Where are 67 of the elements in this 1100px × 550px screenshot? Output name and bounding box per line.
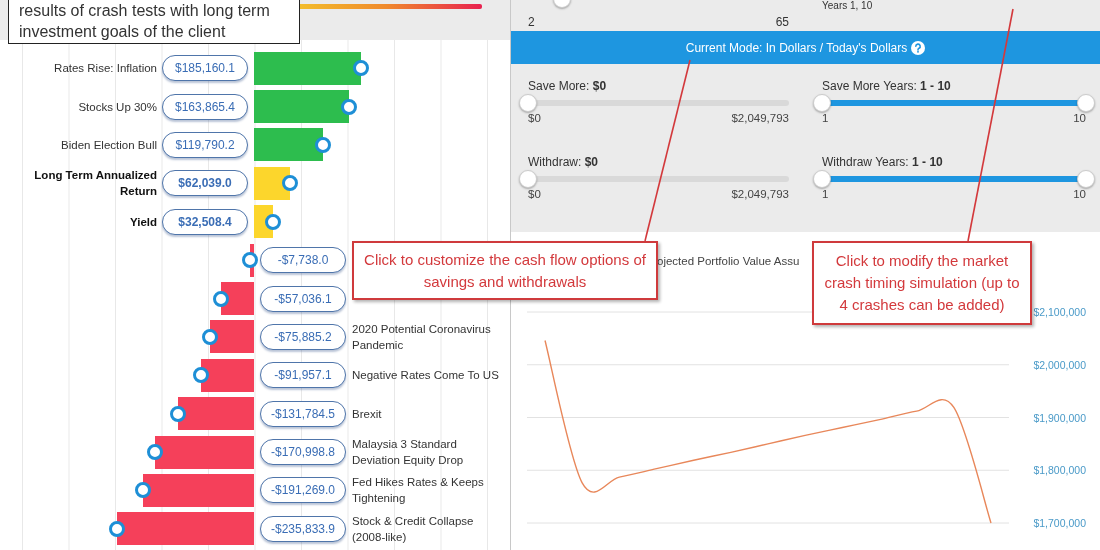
marker-icon (241, 252, 258, 269)
max-label: 65 (775, 15, 789, 29)
marker-icon (202, 328, 218, 345)
chart-title: ojected Portfolio Value Assu (657, 255, 800, 267)
slider-thumb[interactable] (1077, 170, 1095, 188)
scenario-label: Long Term Annualized Return (33, 168, 157, 200)
marker-icon (212, 290, 229, 307)
slider-thumb[interactable] (813, 170, 831, 188)
note-text: results of crash tests with long term investment goals of the client (8, 0, 300, 44)
scenario-label: Brexit (352, 406, 383, 422)
scenario-label: Fed Hikes Rates & Keeps Tightening (352, 475, 485, 507)
slider[interactable] (813, 94, 1095, 112)
marker-icon (192, 367, 209, 384)
amount-pill[interactable]: -$131,784.5 (260, 400, 346, 427)
years-label: Years 1, 10 (822, 0, 874, 11)
slider-label: Save More: $0 (528, 78, 608, 94)
amount-pill[interactable]: -$7,738.0 (260, 247, 346, 274)
slider-label: Withdraw Years: 1 - 10 (822, 154, 944, 170)
max-label: $2,049,793 (731, 188, 789, 200)
amount-pill[interactable]: -$75,885.2 (260, 323, 346, 350)
scenario-label: Negative Rates Come To US (352, 368, 500, 384)
slider-thumb[interactable] (519, 94, 537, 112)
marker-icon (146, 444, 163, 461)
axis-label: $2,000,000 (1033, 358, 1086, 371)
amount-pill[interactable]: $163,865.4 (162, 93, 248, 120)
mode-text: Current Mode: In Dollars / Today's Dollars (685, 40, 908, 55)
amount-pill[interactable]: -$57,036.1 (260, 285, 346, 312)
slider-label: Save More Years: 1 - 10 (822, 78, 952, 94)
marker-icon (169, 405, 186, 422)
scenario-label: Biden Election Bull (60, 137, 157, 153)
min-label: $0 (528, 112, 541, 124)
axis-label: $1,700,000 (1033, 517, 1086, 529)
slider-thumb[interactable] (813, 94, 831, 112)
scenario-label: Stocks Up 30% (77, 99, 157, 115)
callout-text: Click to modify the market crash timing simulation (up to 4 crashes can be added) (812, 241, 1032, 325)
min-label: 1 (822, 112, 829, 124)
amount-pill[interactable]: $185,160.1 (162, 55, 248, 82)
scenario-label: Malaysia 3 Standard Deviation Equity Drop (352, 437, 465, 469)
amount-pill[interactable]: -$235,833.9 (260, 515, 346, 542)
scenario-label: 2020 Potential Coronavirus Pandemic (352, 321, 492, 353)
slider[interactable] (813, 170, 1095, 188)
max-label: $2,049,793 (731, 112, 789, 124)
axis-label: $2,100,000 (1033, 306, 1086, 318)
marker-icon (135, 482, 152, 499)
min-label: 2 (528, 15, 535, 29)
max-label: 10 (1073, 112, 1086, 124)
callout-text: Click to customize the cash flow options of savings and withdrawals (352, 241, 658, 300)
min-label: 1 (822, 188, 829, 200)
marker-icon (353, 60, 370, 77)
slider-thumb[interactable] (519, 170, 537, 188)
axis-label: $1,800,000 (1033, 464, 1086, 477)
amount-pill[interactable]: -$191,269.0 (260, 477, 346, 504)
amount-pill[interactable]: $62,039.0 (162, 170, 248, 197)
slider-thumb[interactable] (1077, 94, 1095, 112)
amount-pill[interactable]: -$170,998.8 (260, 439, 346, 466)
amount-pill[interactable]: -$91,957.1 (260, 362, 346, 389)
marker-icon (109, 520, 126, 537)
amount-pill[interactable]: $119,790.2 (162, 131, 248, 158)
scenario-label: Stock & Credit Collapse (2008-like) (352, 513, 475, 545)
amount-pill[interactable]: $32,508.4 (162, 208, 248, 235)
scenario-label: Yield (128, 214, 157, 230)
help-icon[interactable] (911, 40, 926, 55)
slider-label: Withdraw: $0 (528, 154, 600, 170)
max-label: 10 (1073, 188, 1086, 200)
axis-label: $1,900,000 (1033, 411, 1086, 424)
scenario-label: Rates Rise: Inflation (53, 61, 157, 77)
min-label: $0 (528, 188, 541, 200)
